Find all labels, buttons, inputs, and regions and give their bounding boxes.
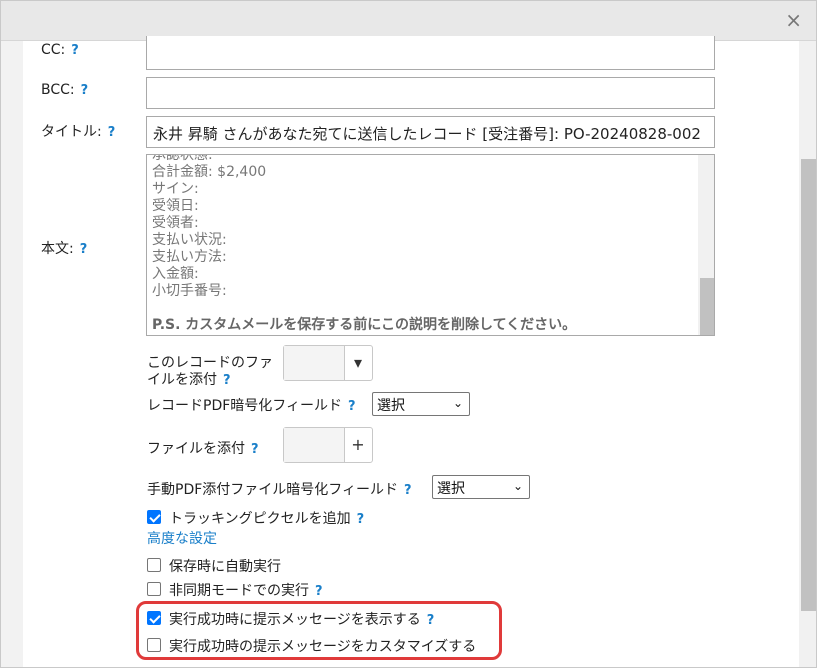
manual-pdf-encrypt-help-icon[interactable]: ? — [404, 483, 412, 498]
body-textarea[interactable]: 承認状態: 合計金額: $2,400 サイン: 受領日: 受領者: 支払い状況:… — [146, 154, 715, 336]
dialog-scrollbar-thumb[interactable] — [801, 159, 816, 611]
plus-icon[interactable]: + — [344, 428, 372, 462]
email-settings-dialog: × CC:? BCC:? タイトル:? 永井 昇騎 さんがあなた宛てに送信したレ… — [0, 0, 817, 668]
tracking-pixel-label: トラッキングピクセルを追加? — [169, 511, 365, 527]
record-pdf-encrypt-help-icon[interactable]: ? — [348, 399, 356, 414]
attach-record-file-picker[interactable]: ▾ — [283, 345, 373, 381]
dropdown-caret-icon[interactable]: ▾ — [344, 346, 372, 380]
attach-record-file-preview — [284, 346, 345, 380]
title-input[interactable]: 永井 昇騎 さんがあなた宛てに送信したレコード [受注番号]: PO-20240… — [146, 116, 715, 148]
attach-record-file-help-icon[interactable]: ? — [223, 373, 231, 388]
body-note: P.S. カスタムメールを保存する前にこの説明を削除してください。 — [152, 317, 577, 333]
body-help-icon[interactable]: ? — [80, 242, 88, 257]
close-icon[interactable]: × — [785, 10, 802, 30]
advanced-settings-link[interactable]: 高度な設定 — [147, 528, 217, 548]
async-mode-checkbox[interactable] — [147, 582, 161, 596]
auto-run-on-save-label: 保存時に自動実行 — [169, 559, 281, 575]
manual-pdf-encrypt-label: 手動PDF添付ファイル暗号化フィールド? — [147, 482, 412, 498]
auto-run-on-save-checkbox[interactable] — [147, 558, 161, 572]
dialog-titlebar: × — [1, 1, 816, 41]
body-line: 合計金額: $2,400 — [152, 164, 267, 180]
body-line: 受領日: — [152, 198, 199, 214]
title-label: タイトル:? — [41, 124, 116, 140]
attach-record-file-label: このレコードのファ イルを添付? — [147, 355, 273, 388]
cc-label: CC:? — [41, 42, 79, 58]
title-help-icon[interactable]: ? — [108, 125, 116, 140]
manual-pdf-encrypt-select[interactable]: 選択 ⌄ — [432, 475, 530, 499]
attach-file-help-icon[interactable]: ? — [251, 442, 259, 457]
body-label: 本文:? — [41, 241, 88, 257]
bcc-help-icon[interactable]: ? — [81, 83, 89, 98]
attach-file-picker[interactable]: + — [283, 427, 373, 463]
body-line: 支払い方法: — [152, 249, 227, 265]
attach-file-label: ファイルを添付? — [147, 441, 259, 457]
body-line: サイン: — [152, 181, 199, 197]
chevron-down-icon: ⌄ — [452, 396, 463, 410]
body-line: 入金額: — [152, 266, 199, 282]
bcc-label: BCC:? — [41, 82, 89, 98]
bcc-input[interactable] — [146, 77, 715, 109]
async-mode-help-icon[interactable]: ? — [315, 584, 323, 599]
tracking-pixel-help-icon[interactable]: ? — [357, 512, 365, 527]
async-mode-label: 非同期モードでの実行? — [169, 583, 323, 599]
record-pdf-encrypt-select[interactable]: 選択 ⌄ — [372, 392, 470, 416]
cc-help-icon[interactable]: ? — [71, 43, 79, 58]
body-line: 小切手番号: — [152, 283, 227, 299]
body-text: 承認状態: 合計金額: $2,400 サイン: 受領日: 受領者: 支払い状況:… — [152, 154, 577, 334]
attach-file-preview — [284, 428, 345, 462]
highlight-annotation — [136, 601, 502, 660]
body-line: 支払い状況: — [152, 232, 227, 248]
body-line: 承認状態: — [152, 154, 213, 163]
cc-input[interactable] — [146, 36, 715, 70]
tracking-pixel-checkbox[interactable] — [147, 510, 161, 524]
body-line: 受領者: — [152, 215, 199, 231]
record-pdf-encrypt-label: レコードPDF暗号化フィールド? — [147, 398, 356, 414]
chevron-down-icon: ⌄ — [512, 479, 523, 493]
body-scrollbar-thumb[interactable] — [700, 278, 714, 335]
left-gutter — [1, 41, 23, 667]
